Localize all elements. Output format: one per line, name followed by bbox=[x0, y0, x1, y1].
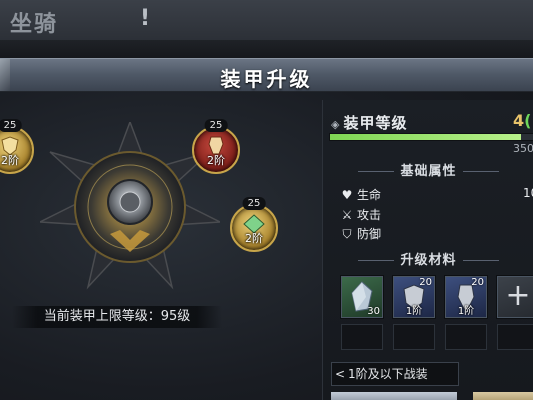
slot-level-badge: 25 bbox=[242, 197, 266, 210]
diamond-icon: ◈ bbox=[331, 118, 341, 131]
filter-label: 1阶及以下战装 bbox=[348, 367, 428, 381]
mount-title[interactable]: 坐骑 bbox=[10, 6, 58, 38]
armor-slot-2[interactable]: 25 2阶 bbox=[192, 119, 240, 174]
material-count: 30 bbox=[367, 306, 380, 317]
action-button-left[interactable] bbox=[331, 392, 457, 400]
action-button-right[interactable] bbox=[473, 392, 533, 400]
window-title: 装甲升级 bbox=[220, 67, 313, 91]
armor-slot-1[interactable]: 25 2阶 bbox=[0, 119, 34, 174]
slot-level-badge: 25 bbox=[204, 119, 228, 132]
slot-level-badge: 25 bbox=[0, 119, 22, 132]
attr-row-hp: ♥ 生命 bbox=[341, 186, 381, 203]
material-heading: 升级材料 bbox=[323, 249, 533, 268]
material-tier: 1阶 bbox=[405, 306, 423, 317]
tier-filter-dropdown[interactable]: <1阶及以下战装 bbox=[331, 362, 459, 386]
slot-tier-label: 2阶 bbox=[1, 154, 19, 167]
armor-level-heading: ◈ 装甲等级 bbox=[331, 112, 407, 133]
material-empty-slot bbox=[393, 324, 435, 350]
material-count: 20 bbox=[471, 277, 484, 288]
divider-line bbox=[462, 260, 499, 261]
game-screen: 坐骑 ! 装甲升级 25 2阶 25 2阶 25 2阶 当前装甲上限等级：95级… bbox=[0, 0, 533, 400]
material-slot-armor-2[interactable]: 20 1阶 bbox=[445, 276, 487, 318]
base-attr-title: 基础属性 bbox=[400, 164, 457, 179]
exp-text: 350 bbox=[513, 142, 533, 155]
top-bar: 坐骑 ! bbox=[0, 0, 533, 40]
material-title: 升级材料 bbox=[400, 253, 457, 268]
slot-tier-label: 2阶 bbox=[245, 232, 263, 245]
chevron-left-icon: < bbox=[334, 367, 346, 381]
add-material-button[interactable]: + bbox=[497, 276, 533, 318]
material-slot-armor-1[interactable]: 20 1阶 bbox=[393, 276, 435, 318]
armor-slot-3[interactable]: 25 2阶 bbox=[230, 197, 278, 252]
exp-progress-bar bbox=[329, 133, 533, 141]
attr-row-defense: ⛉ 防御 bbox=[341, 225, 381, 242]
armor-stage: 25 2阶 25 2阶 25 2阶 bbox=[0, 92, 320, 292]
material-empty-slot bbox=[341, 324, 383, 350]
attr-label: 生命 bbox=[357, 188, 382, 202]
plus-icon: + bbox=[505, 278, 531, 313]
divider-line bbox=[358, 171, 395, 172]
level-number: 4 bbox=[513, 111, 525, 130]
material-empty-slot bbox=[497, 324, 533, 350]
window-title-bar: 装甲升级 bbox=[0, 58, 533, 92]
base-attr-heading: 基础属性 bbox=[323, 160, 533, 179]
divider-line bbox=[462, 171, 499, 172]
alert-icon[interactable]: ! bbox=[140, 6, 150, 31]
material-tier: 1阶 bbox=[457, 306, 475, 317]
attr-row-attack: ⚔ 攻击 bbox=[341, 206, 381, 223]
top-strip bbox=[0, 40, 533, 58]
divider-line bbox=[358, 260, 395, 261]
material-slot-crystal[interactable]: 30 bbox=[341, 276, 383, 318]
sword-icon: ⚔ bbox=[341, 208, 353, 222]
upgrade-panel: ◈装甲等级 4(+ 350 基础属性 ♥ 生命 10 ⚔ 攻击 ⛉ 防御 升级材料 bbox=[322, 100, 533, 400]
exp-progress-fill bbox=[330, 134, 521, 140]
attr-label: 攻击 bbox=[357, 208, 382, 222]
slot-tier-label: 2阶 bbox=[207, 154, 225, 167]
level-bonus: (+ bbox=[524, 111, 533, 130]
heart-icon: ♥ bbox=[341, 188, 353, 202]
material-empty-slot bbox=[445, 324, 487, 350]
armor-level-limit-text: 当前装甲上限等级：95级 bbox=[12, 306, 222, 328]
attr-value: 10 bbox=[523, 186, 533, 200]
armor-level-value: 4(+ bbox=[513, 111, 533, 130]
attr-label: 防御 bbox=[357, 227, 382, 241]
shield-icon: ⛉ bbox=[342, 227, 352, 241]
armor-level-label: 装甲等级 bbox=[343, 114, 408, 132]
material-count: 20 bbox=[419, 277, 432, 288]
